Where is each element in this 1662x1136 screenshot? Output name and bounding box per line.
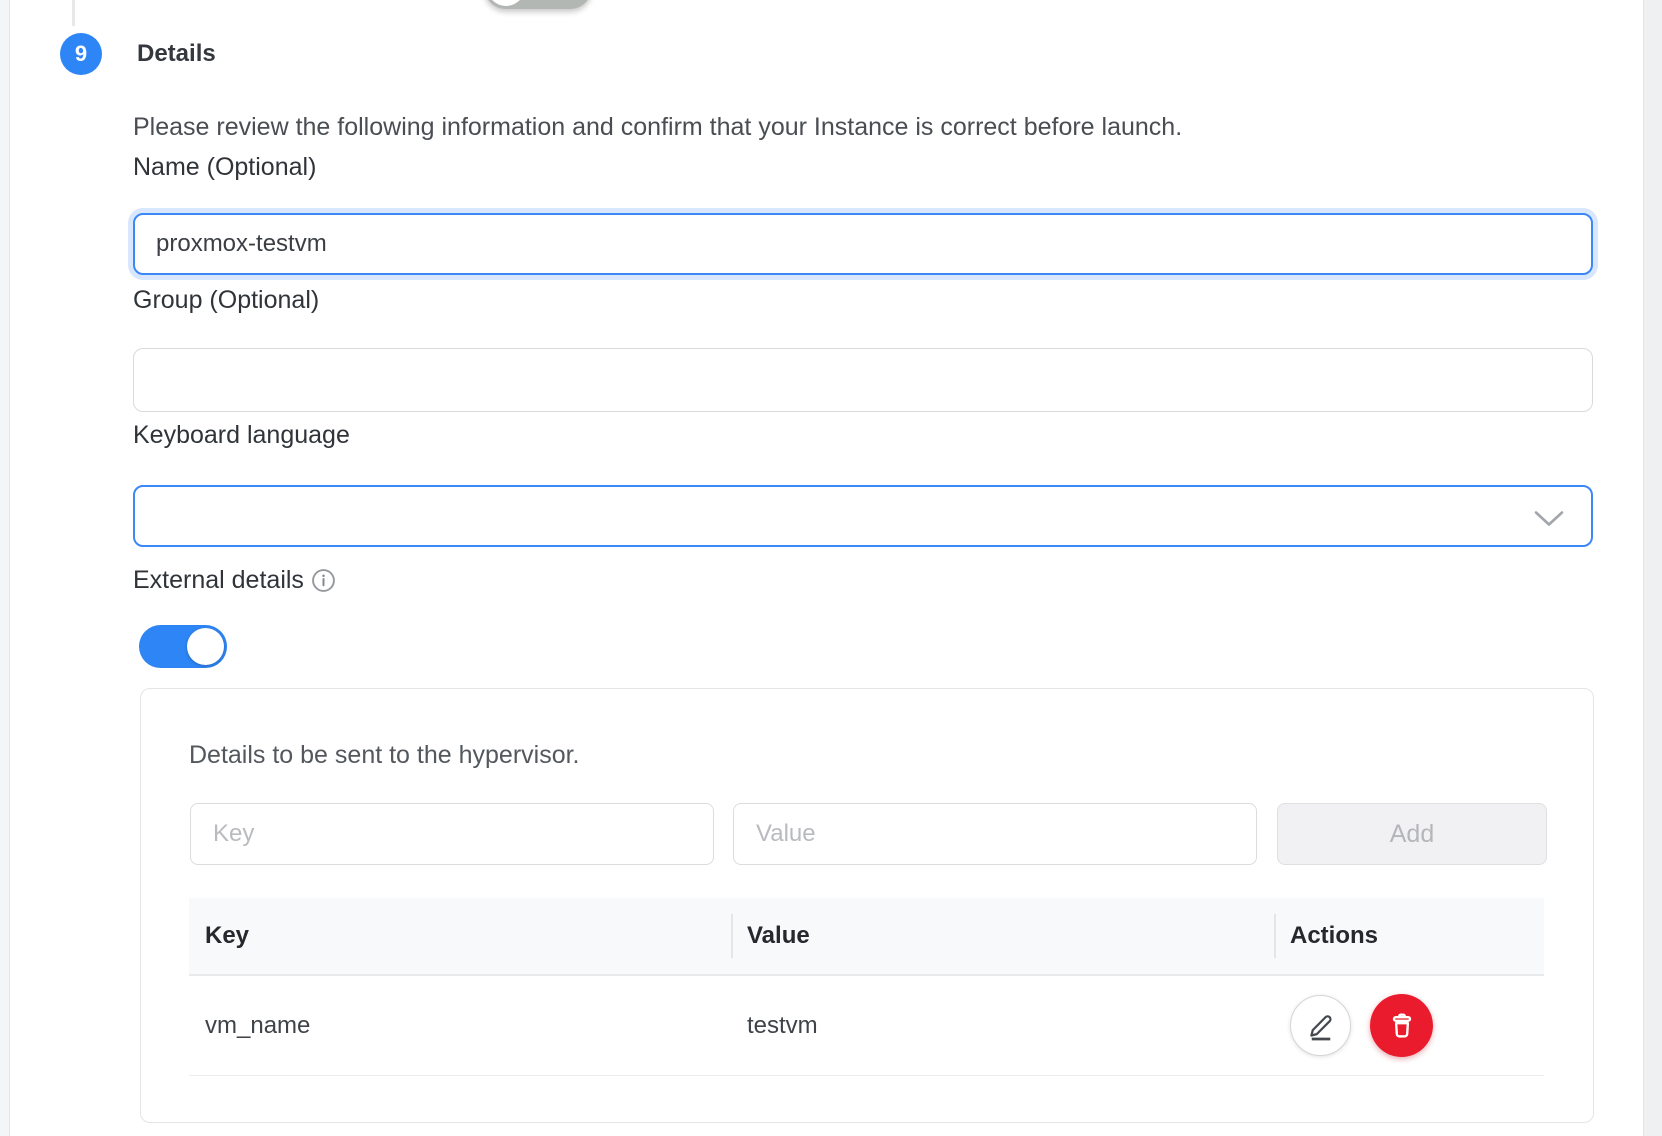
hypervisor-details-panel: Details to be sent to the hypervisor. Ad… xyxy=(140,688,1594,1123)
table-row: vm_name testvm xyxy=(189,976,1544,1076)
stepper-connector-line xyxy=(72,0,75,26)
step-number: 9 xyxy=(75,41,87,67)
hypervisor-panel-description: Details to be sent to the hypervisor. xyxy=(189,740,580,770)
previous-step-toggle[interactable] xyxy=(484,0,592,9)
keyboard-language-label: Keyboard language xyxy=(133,421,350,449)
add-button[interactable]: Add xyxy=(1277,803,1547,865)
name-field-label: Name (Optional) xyxy=(133,153,316,181)
table-header-key: Key xyxy=(189,898,731,974)
table-header-value: Value xyxy=(731,898,1274,974)
trash-icon xyxy=(1387,1011,1417,1041)
external-details-label-row: External details xyxy=(133,566,336,594)
group-input[interactable] xyxy=(133,348,1593,412)
step-title: Details xyxy=(137,40,216,68)
toggle-knob xyxy=(487,0,525,6)
delete-row-button[interactable] xyxy=(1370,994,1433,1057)
step-number-badge: 9 xyxy=(60,33,102,75)
step-description: Please review the following information … xyxy=(133,112,1182,142)
chevron-down-icon xyxy=(1533,509,1565,533)
toggle-knob xyxy=(187,628,224,665)
info-icon[interactable] xyxy=(311,568,336,593)
external-details-toggle[interactable] xyxy=(139,625,227,668)
right-scrollbar-track[interactable] xyxy=(1643,0,1662,1136)
row-key-cell: vm_name xyxy=(189,1012,731,1040)
value-input[interactable] xyxy=(733,803,1257,865)
edit-row-button[interactable] xyxy=(1290,995,1351,1056)
key-input[interactable] xyxy=(190,803,714,865)
wizard-step-page: 9 Details Please review the following in… xyxy=(0,0,1662,1136)
details-table: Key Value Actions vm_name testvm xyxy=(189,898,1544,1076)
left-page-gutter xyxy=(0,0,10,1136)
group-field-label: Group (Optional) xyxy=(133,286,319,314)
pencil-icon xyxy=(1306,1011,1336,1041)
table-header-row: Key Value Actions xyxy=(189,898,1544,976)
external-details-label: External details xyxy=(133,566,304,594)
table-header-actions: Actions xyxy=(1274,898,1544,974)
name-input[interactable] xyxy=(133,213,1593,275)
row-value-cell: testvm xyxy=(731,1012,1274,1040)
row-actions-cell xyxy=(1274,994,1544,1057)
keyboard-language-select[interactable] xyxy=(133,485,1593,547)
